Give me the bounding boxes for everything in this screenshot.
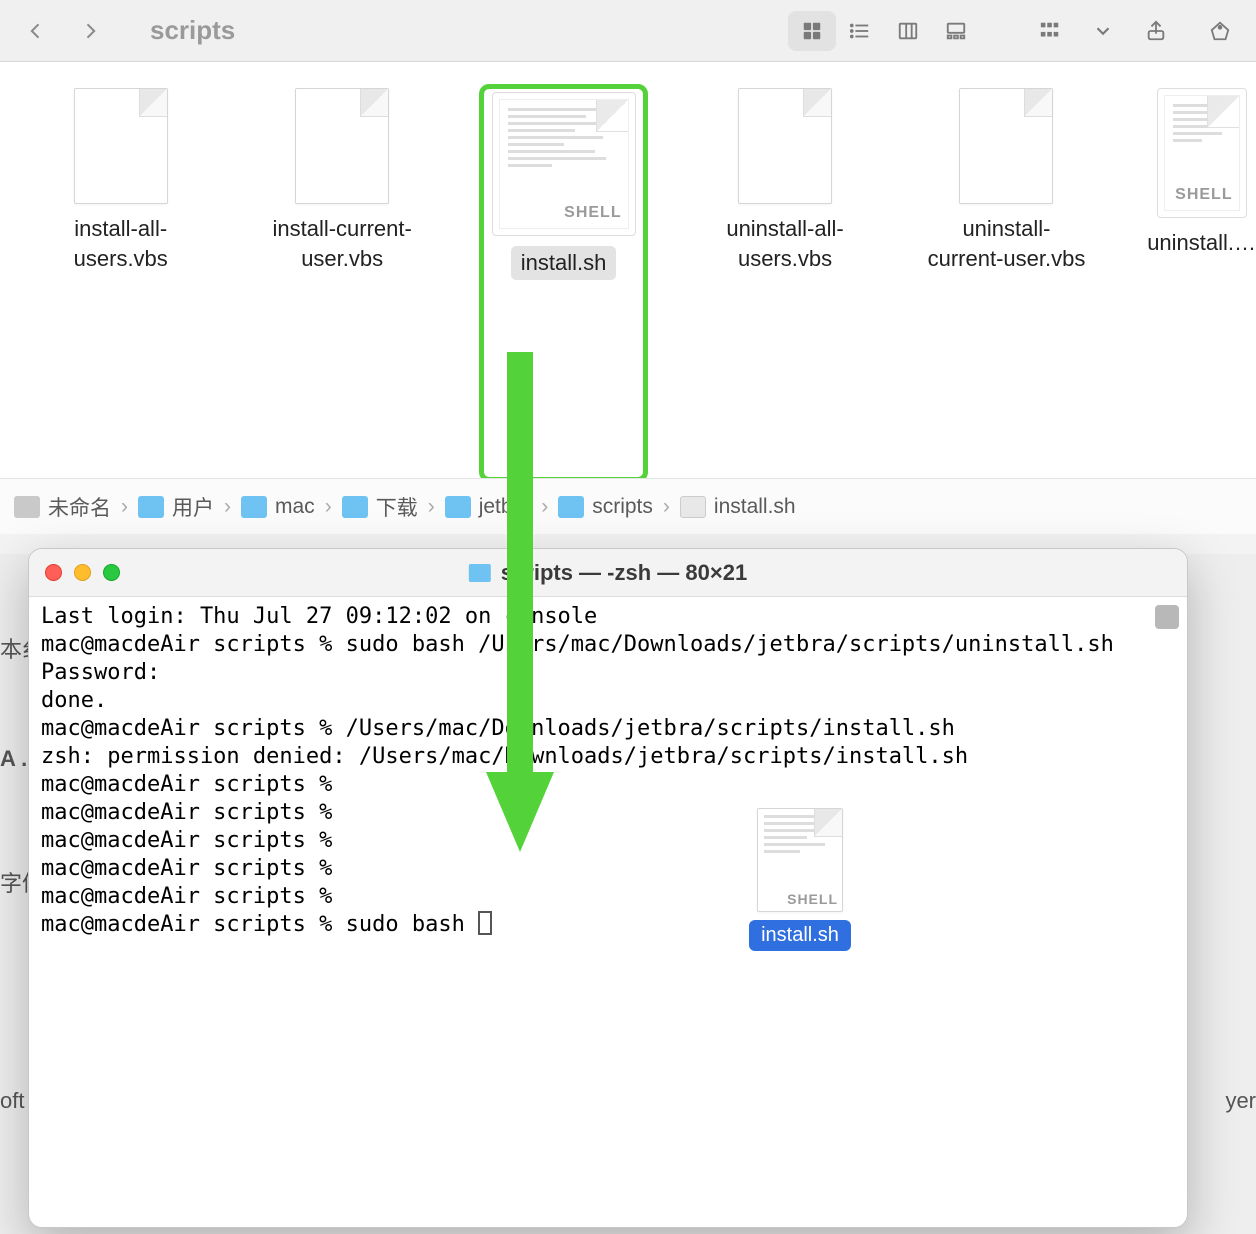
terminal-line: done. — [41, 688, 107, 713]
path-crumb[interactable]: install.sh — [680, 495, 796, 519]
background-text: A . — [0, 746, 27, 772]
shell-badge: SHELL — [1175, 186, 1232, 204]
background-text: oft — [0, 1088, 24, 1114]
terminal-line: mac@macdeAir scripts % /Users/mac/Downlo… — [41, 716, 955, 741]
terminal-line: mac@macdeAir scripts % — [41, 856, 332, 881]
window-controls — [45, 564, 120, 581]
path-crumb[interactable]: 下载 — [342, 492, 418, 522]
finder-title: scripts — [150, 15, 235, 46]
disk-icon — [14, 496, 40, 518]
terminal-window[interactable]: scripts — -zsh — 80×21 Last login: Thu J… — [28, 548, 1188, 1228]
zoom-window-button[interactable] — [103, 564, 120, 581]
folder-icon — [558, 496, 584, 518]
document-icon — [738, 88, 832, 204]
document-icon — [74, 88, 168, 204]
path-crumb[interactable]: scripts — [558, 495, 653, 519]
file-label: uninstall.… — [1147, 228, 1256, 258]
document-icon — [959, 88, 1053, 204]
tags-button[interactable] — [1196, 11, 1244, 51]
background-text: yer — [1225, 1088, 1256, 1114]
file-label: install-all-users.vbs — [40, 214, 201, 273]
terminal-line: mac@macdeAir scripts % — [41, 828, 332, 853]
scrollbar-thumb[interactable] — [1155, 605, 1179, 629]
path-crumb[interactable]: 用户 — [138, 492, 214, 522]
close-window-button[interactable] — [45, 564, 62, 581]
terminal-line: Last login: Thu Jul 27 09:12:02 on conso… — [41, 604, 597, 629]
file-label: uninstall-all-users.vbs — [704, 214, 865, 273]
file-label: install-current-user.vbs — [261, 214, 422, 273]
cursor — [478, 911, 492, 935]
terminal-line: Password: — [41, 660, 160, 685]
finder-toolbar: scripts — [0, 0, 1256, 62]
path-crumb[interactable]: 未命名 — [14, 492, 111, 522]
document-icon — [295, 88, 389, 204]
path-crumb[interactable]: jetbra — [445, 495, 532, 519]
terminal-line: mac@macdeAir scripts % — [41, 772, 332, 797]
file-label: uninstall-current-user.vbs — [926, 214, 1087, 273]
gallery-view-button[interactable] — [932, 11, 980, 51]
path-crumb[interactable]: mac — [241, 495, 315, 519]
group-by-button[interactable] — [1026, 11, 1074, 51]
document-icon: SHELL — [757, 808, 843, 912]
document-preview-icon: SHELL — [492, 92, 636, 236]
terminal-output[interactable]: Last login: Thu Jul 27 09:12:02 on conso… — [37, 597, 1147, 1219]
file-item[interactable]: uninstall-all-users.vbs — [704, 88, 865, 478]
view-mode-group — [788, 11, 980, 51]
forward-button[interactable] — [66, 11, 114, 51]
shell-badge: SHELL — [787, 891, 838, 907]
folder-icon — [342, 496, 368, 518]
file-item[interactable]: uninstall-current-user.vbs — [926, 88, 1087, 478]
shell-badge: SHELL — [564, 204, 621, 222]
terminal-line: mac@macdeAir scripts % — [41, 884, 332, 909]
file-icon — [680, 496, 706, 518]
terminal-line: mac@macdeAir scripts % sudo bash — [41, 912, 478, 937]
folder-icon — [138, 496, 164, 518]
file-item[interactable]: install-all-users.vbs — [40, 88, 201, 478]
file-item-selected[interactable]: SHELL install.sh — [483, 88, 644, 478]
group-by-chevron-icon[interactable] — [1090, 11, 1116, 51]
list-view-button[interactable] — [836, 11, 884, 51]
minimize-window-button[interactable] — [74, 564, 91, 581]
dragged-file[interactable]: SHELL install.sh — [740, 808, 860, 951]
terminal-line: zsh: permission denied: /Users/mac/Downl… — [41, 744, 968, 769]
toolbar-right-group — [1010, 11, 1244, 51]
folder-icon — [241, 496, 267, 518]
finder-path-bar[interactable]: 未命名› 用户› mac› 下载› jetbra› scripts› insta… — [0, 478, 1256, 534]
folder-icon — [469, 564, 491, 582]
terminal-titlebar[interactable]: scripts — -zsh — 80×21 — [29, 549, 1187, 597]
dragged-file-label: install.sh — [749, 920, 851, 951]
terminal-line: mac@macdeAir scripts % sudo bash /Users/… — [41, 632, 1114, 657]
finder-window: scripts — [0, 0, 1256, 534]
folder-icon — [445, 496, 471, 518]
icon-view-button[interactable] — [788, 11, 836, 51]
column-view-button[interactable] — [884, 11, 932, 51]
share-button[interactable] — [1132, 11, 1180, 51]
document-preview-icon: SHELL — [1157, 88, 1247, 218]
terminal-line: mac@macdeAir scripts % — [41, 800, 332, 825]
back-button[interactable] — [12, 11, 60, 51]
file-label: install.sh — [511, 246, 617, 280]
file-item[interactable]: install-current-user.vbs — [261, 88, 422, 478]
terminal-title: scripts — -zsh — 80×21 — [469, 560, 747, 586]
finder-file-grid[interactable]: install-all-users.vbs install-current-us… — [0, 62, 1256, 478]
file-item[interactable]: SHELL uninstall.… — [1147, 88, 1256, 478]
